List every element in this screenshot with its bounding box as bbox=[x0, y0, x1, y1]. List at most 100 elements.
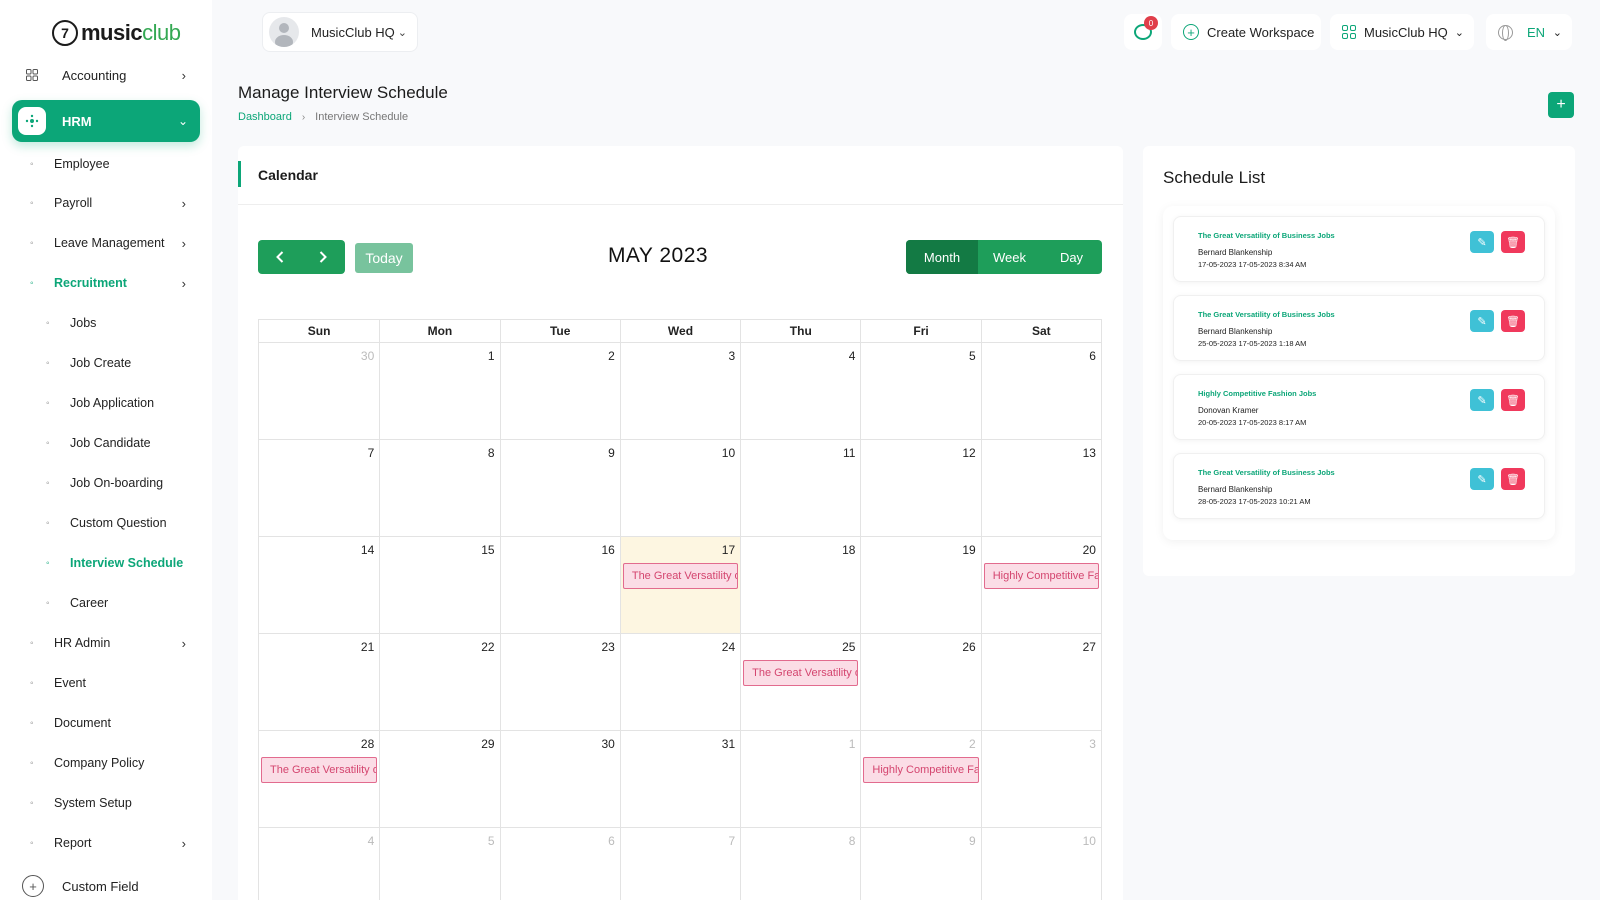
calendar-day[interactable]: 27 bbox=[980, 634, 1101, 730]
calendar-day[interactable]: 23 bbox=[499, 634, 620, 730]
view-month-button[interactable]: Month bbox=[906, 240, 978, 274]
calendar-day[interactable]: 31 bbox=[619, 731, 740, 827]
calendar-day[interactable]: 5 bbox=[379, 828, 499, 900]
delete-button[interactable]: 🗑 bbox=[1501, 310, 1525, 332]
calendar-day[interactable]: 13 bbox=[980, 440, 1101, 536]
calendar-day[interactable]: 12 bbox=[860, 440, 980, 536]
calendar-day[interactable]: 14 bbox=[259, 537, 379, 633]
view-week-button[interactable]: Week bbox=[978, 240, 1041, 274]
sidebar-subitem-job-candidate[interactable]: ◦ Job Candidate bbox=[46, 433, 196, 453]
calendar-day[interactable]: 3 bbox=[980, 731, 1101, 827]
sidebar-item-employee[interactable]: ◦ Employee bbox=[30, 154, 200, 174]
calendar-day[interactable]: 6 bbox=[980, 343, 1101, 439]
calendar-day[interactable]: 30 bbox=[259, 343, 379, 439]
schedule-job-title[interactable]: The Great Versatility of Business Jobs bbox=[1198, 468, 1335, 477]
sidebar-item-event[interactable]: ◦ Event bbox=[30, 673, 200, 693]
calendar-event[interactable]: The Great Versatility of Business Jobs bbox=[622, 563, 739, 589]
add-schedule-button[interactable]: + bbox=[1548, 92, 1574, 118]
calendar-day[interactable]: 8 bbox=[740, 828, 860, 900]
calendar-day[interactable]: 25 The Great Versatility of Business Jobs bbox=[740, 634, 860, 730]
schedule-job-title[interactable]: Highly Competitive Fashion Jobs bbox=[1198, 389, 1316, 398]
schedule-item[interactable]: The Great Versatility of Business Jobs B… bbox=[1173, 216, 1545, 282]
sidebar-item-hrm[interactable]: HRM ⌄ bbox=[12, 100, 200, 142]
edit-button[interactable]: ✎ bbox=[1470, 389, 1494, 411]
calendar-day[interactable]: 7 bbox=[259, 440, 379, 536]
prev-month-button[interactable] bbox=[258, 240, 302, 274]
sidebar-item-leave-management[interactable]: ◦ Leave Management › bbox=[30, 233, 200, 253]
calendar-day[interactable]: 11 bbox=[740, 440, 860, 536]
calendar-day[interactable]: 21 bbox=[259, 634, 379, 730]
edit-button[interactable]: ✎ bbox=[1470, 468, 1494, 490]
calendar-day[interactable]: 15 bbox=[379, 537, 499, 633]
workspace-select[interactable]: MusicClub HQ ⌄ bbox=[262, 12, 418, 52]
sidebar-item-label: Company Policy bbox=[54, 756, 145, 770]
schedule-item[interactable]: The Great Versatility of Business Jobs B… bbox=[1173, 295, 1545, 361]
sidebar-item-system-setup[interactable]: ◦ System Setup bbox=[30, 793, 200, 813]
edit-button[interactable]: ✎ bbox=[1470, 310, 1494, 332]
calendar-day[interactable]: 5 bbox=[860, 343, 980, 439]
calendar-day[interactable]: 3 bbox=[619, 343, 740, 439]
create-workspace-button[interactable]: + Create Workspace bbox=[1171, 14, 1321, 50]
calendar-day[interactable]: 4 bbox=[259, 828, 379, 900]
sidebar-item-recruitment[interactable]: ◦ Recruitment › bbox=[30, 273, 200, 293]
sidebar-subitem-interview-schedule[interactable]: ◦ Interview Schedule bbox=[46, 553, 196, 573]
calendar-event[interactable]: Highly Competitive Fashion Jobs bbox=[983, 563, 1099, 589]
calendar-day[interactable]: 9 bbox=[860, 828, 980, 900]
sidebar-item-accounting[interactable]: Accounting › bbox=[18, 61, 198, 89]
sidebar-subitem-job-onboarding[interactable]: ◦ Job On-boarding bbox=[46, 473, 196, 493]
calendar-day-today[interactable]: 17 The Great Versatility of Business Jobs bbox=[619, 537, 741, 633]
calendar-day[interactable]: 10 bbox=[619, 440, 740, 536]
delete-button[interactable]: 🗑 bbox=[1501, 389, 1525, 411]
calendar-day[interactable]: 16 bbox=[499, 537, 620, 633]
calendar-day[interactable]: 10 bbox=[980, 828, 1101, 900]
sidebar-item-hr-admin[interactable]: ◦ HR Admin › bbox=[30, 633, 200, 653]
schedule-job-title[interactable]: The Great Versatility of Business Jobs bbox=[1198, 231, 1335, 240]
sidebar-item-report[interactable]: ◦ Report › bbox=[30, 833, 200, 853]
breadcrumb-dashboard[interactable]: Dashboard bbox=[238, 111, 292, 123]
calendar-day[interactable]: 29 bbox=[379, 731, 499, 827]
calendar-day[interactable]: 22 bbox=[379, 634, 499, 730]
calendar-day[interactable]: 9 bbox=[499, 440, 620, 536]
sidebar-subitem-career[interactable]: ◦ Career bbox=[46, 593, 196, 613]
calendar-day[interactable]: 2 Highly Competitive Fashion Jobs bbox=[860, 731, 980, 827]
calendar-day[interactable]: 19 bbox=[860, 537, 980, 633]
sidebar-item-custom-field[interactable]: + Custom Field bbox=[18, 874, 198, 898]
calendar-day[interactable]: 24 bbox=[619, 634, 740, 730]
today-button[interactable]: Today bbox=[355, 243, 413, 273]
schedule-item[interactable]: Highly Competitive Fashion Jobs Donovan … bbox=[1173, 374, 1545, 440]
delete-button[interactable]: 🗑 bbox=[1501, 231, 1525, 253]
sidebar-subitem-custom-question[interactable]: ◦ Custom Question bbox=[46, 513, 196, 533]
calendar-week-row: 30 1 2 3 4 5 6 bbox=[258, 342, 1102, 439]
language-select[interactable]: EN ⌄ bbox=[1486, 14, 1572, 50]
sidebar-item-payroll[interactable]: ◦ Payroll › bbox=[30, 193, 200, 213]
calendar-event[interactable]: The Great Versatility of Business Jobs bbox=[743, 660, 859, 686]
calendar-day[interactable]: 28 The Great Versatility of Business Jobs bbox=[259, 731, 379, 827]
schedule-item[interactable]: The Great Versatility of Business Jobs B… bbox=[1173, 453, 1545, 519]
sidebar-subitem-job-application[interactable]: ◦ Job Application bbox=[46, 393, 196, 413]
calendar-day[interactable]: 20 Highly Competitive Fashion Jobs bbox=[980, 537, 1101, 633]
calendar-day[interactable]: 1 bbox=[379, 343, 499, 439]
sidebar-item-document[interactable]: ◦ Document bbox=[30, 713, 200, 733]
calendar-event[interactable]: The Great Versatility of Business Jobs bbox=[261, 757, 378, 783]
calendar-event[interactable]: Highly Competitive Fashion Jobs bbox=[863, 757, 979, 783]
brand-logo[interactable]: 7 musicclub bbox=[52, 20, 181, 46]
sidebar-subitem-job-create[interactable]: ◦ Job Create bbox=[46, 353, 196, 373]
calendar-day[interactable]: 1 bbox=[740, 731, 860, 827]
calendar-day[interactable]: 4 bbox=[740, 343, 860, 439]
calendar-day[interactable]: 8 bbox=[379, 440, 499, 536]
calendar-day[interactable]: 2 bbox=[499, 343, 620, 439]
calendar-day[interactable]: 7 bbox=[619, 828, 740, 900]
calendar-day[interactable]: 26 bbox=[860, 634, 980, 730]
calendar-day[interactable]: 18 bbox=[740, 537, 860, 633]
edit-button[interactable]: ✎ bbox=[1470, 231, 1494, 253]
sidebar-subitem-jobs[interactable]: ◦ Jobs bbox=[46, 313, 196, 333]
calendar-day[interactable]: 30 bbox=[499, 731, 620, 827]
workspace-switcher[interactable]: MusicClub HQ ⌄ bbox=[1330, 14, 1474, 50]
view-day-button[interactable]: Day bbox=[1041, 240, 1102, 274]
messages-button[interactable]: 0 bbox=[1124, 14, 1162, 50]
delete-button[interactable]: 🗑 bbox=[1501, 468, 1525, 490]
next-month-button[interactable] bbox=[302, 240, 346, 274]
calendar-day[interactable]: 6 bbox=[499, 828, 620, 900]
schedule-job-title[interactable]: The Great Versatility of Business Jobs bbox=[1198, 310, 1335, 319]
sidebar-item-company-policy[interactable]: ◦ Company Policy bbox=[30, 753, 200, 773]
